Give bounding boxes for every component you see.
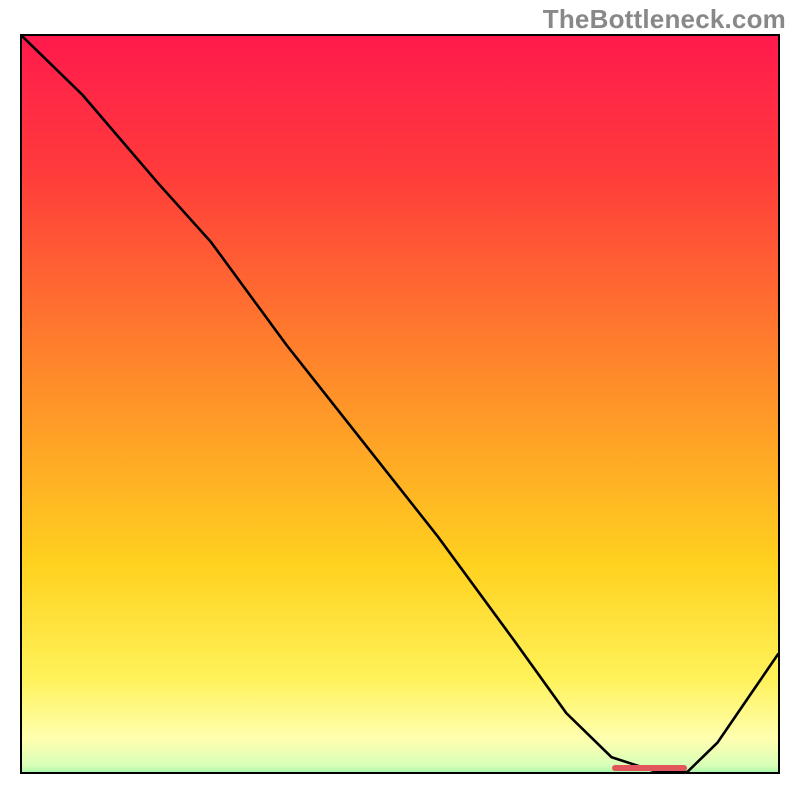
optimal-marker [612,765,688,771]
curve-line [22,36,778,772]
plot-area [20,34,780,774]
chart-container: TheBottleneck.com [0,0,800,800]
watermark-text: TheBottleneck.com [543,4,786,35]
